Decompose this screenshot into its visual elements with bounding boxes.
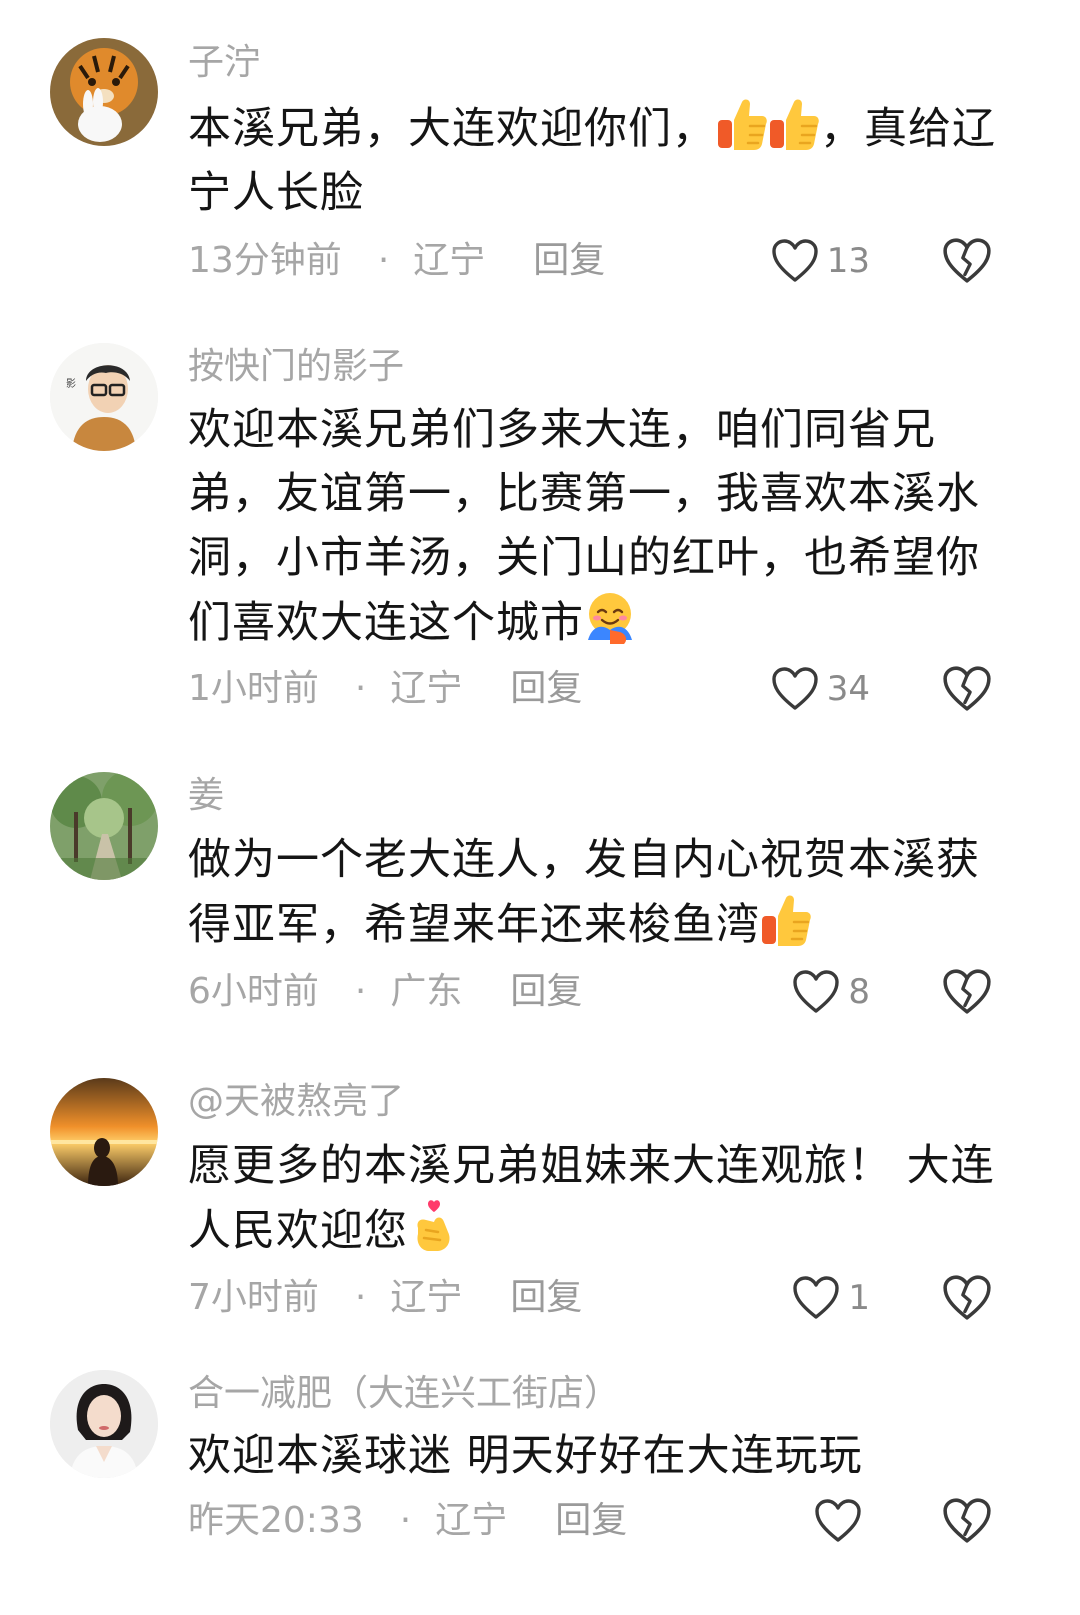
like-button[interactable]: 34	[771, 664, 870, 714]
sunset-silhouette-avatar	[50, 1078, 158, 1186]
comment-location: 辽宁	[413, 240, 486, 281]
comment-time: 昨天20:33	[188, 1500, 364, 1541]
separator-dot: ·	[354, 1277, 367, 1318]
broken-heart-icon[interactable]	[942, 967, 992, 1017]
comment-meta: 昨天20:33 · 辽宁 回复	[188, 1496, 627, 1546]
avatar[interactable]	[50, 38, 158, 146]
comment-location: 辽宁	[435, 1500, 508, 1541]
like-button[interactable]: 1	[792, 1273, 870, 1323]
like-count: 13	[826, 241, 870, 281]
reply-button[interactable]: 回复	[510, 664, 582, 714]
broken-heart-icon[interactable]	[942, 664, 992, 714]
avatar[interactable]	[50, 1370, 158, 1478]
heart-icon	[792, 969, 840, 1015]
thumbs-up-icon	[760, 892, 812, 948]
heart-icon	[792, 1275, 840, 1321]
comment-time: 7小时前	[188, 1277, 319, 1318]
thumbs-up-icon	[716, 96, 768, 152]
comment-location: 广东	[390, 971, 463, 1012]
separator-dot: ·	[354, 971, 367, 1012]
forest-path-avatar	[50, 772, 158, 880]
comment-username[interactable]: 姜	[188, 770, 224, 822]
comment-text: 欢迎本溪球迷 明天好好在大连玩玩	[188, 1431, 863, 1481]
heart-icon	[771, 666, 819, 712]
comment-text: 做为一个老大连人，发自内心祝贺本溪获得亚军，希望来年还来梭鱼湾	[188, 835, 980, 950]
separator-dot: ·	[399, 1500, 412, 1541]
comment-meta: 6小时前 · 广东 回复	[188, 967, 582, 1017]
broken-heart-icon[interactable]	[942, 236, 992, 286]
broken-heart-icon[interactable]	[942, 1273, 992, 1323]
comment-text: 本溪兄弟，大连欢迎你们， ，真给辽宁人长脸	[188, 96, 1018, 225]
woman-portrait-avatar	[50, 1370, 158, 1478]
comment-time: 6小时前	[188, 971, 319, 1012]
comment-username[interactable]: 按快门的影子	[188, 341, 404, 393]
like-button[interactable]: 8	[792, 967, 870, 1017]
svg-text:影: 影	[66, 378, 76, 390]
comment-location: 辽宁	[390, 668, 463, 709]
comment-meta: 1小时前 · 辽宁 回复	[188, 664, 582, 714]
tiger-with-rabbit-avatar	[50, 38, 158, 146]
comment-location: 辽宁	[390, 1277, 463, 1318]
separator-dot: ·	[377, 240, 390, 281]
comment-time: 13分钟前	[188, 240, 342, 281]
avatar[interactable]	[50, 1078, 158, 1186]
reply-button[interactable]: 回复	[533, 236, 605, 286]
comment-meta: 7小时前 · 辽宁 回复	[188, 1273, 582, 1323]
reply-button[interactable]: 回复	[555, 1496, 627, 1546]
like-count: 1	[848, 1278, 870, 1318]
broken-heart-icon[interactable]	[942, 1496, 992, 1546]
comment-username[interactable]: 子泞	[188, 37, 260, 89]
like-button[interactable]	[814, 1496, 870, 1546]
comment-username[interactable]: @天被熬亮了	[188, 1076, 404, 1128]
separator-dot: ·	[354, 668, 367, 709]
reply-button[interactable]: 回复	[510, 1273, 582, 1323]
comment-meta: 13分钟前 · 辽宁 回复	[188, 236, 605, 286]
thumbs-up-icon	[768, 96, 820, 152]
comment-time: 1小时前	[188, 668, 319, 709]
like-button[interactable]: 13	[771, 236, 870, 286]
comment-username[interactable]: 合一减肥（大连兴工街店）	[188, 1368, 620, 1420]
comment-text: 愿更多的本溪兄弟姐妹来大连观旅！ 大连人民欢迎您	[188, 1141, 995, 1256]
heart-icon	[771, 238, 819, 284]
like-count: 34	[826, 669, 870, 709]
avatar[interactable]: 影	[50, 343, 158, 451]
heart-icon	[814, 1498, 862, 1544]
avatar[interactable]	[50, 772, 158, 880]
reply-button[interactable]: 回复	[510, 967, 582, 1017]
cartoon-man-glasses-avatar: 影	[50, 343, 158, 451]
hug-icon	[584, 590, 636, 646]
like-count: 8	[848, 972, 870, 1012]
comment-text: 欢迎本溪兄弟们多来大连，咱们同省兄弟，友谊第一，比赛第一，我喜欢本溪水洞，小市羊…	[188, 405, 980, 648]
finger-heart-icon	[408, 1198, 460, 1254]
